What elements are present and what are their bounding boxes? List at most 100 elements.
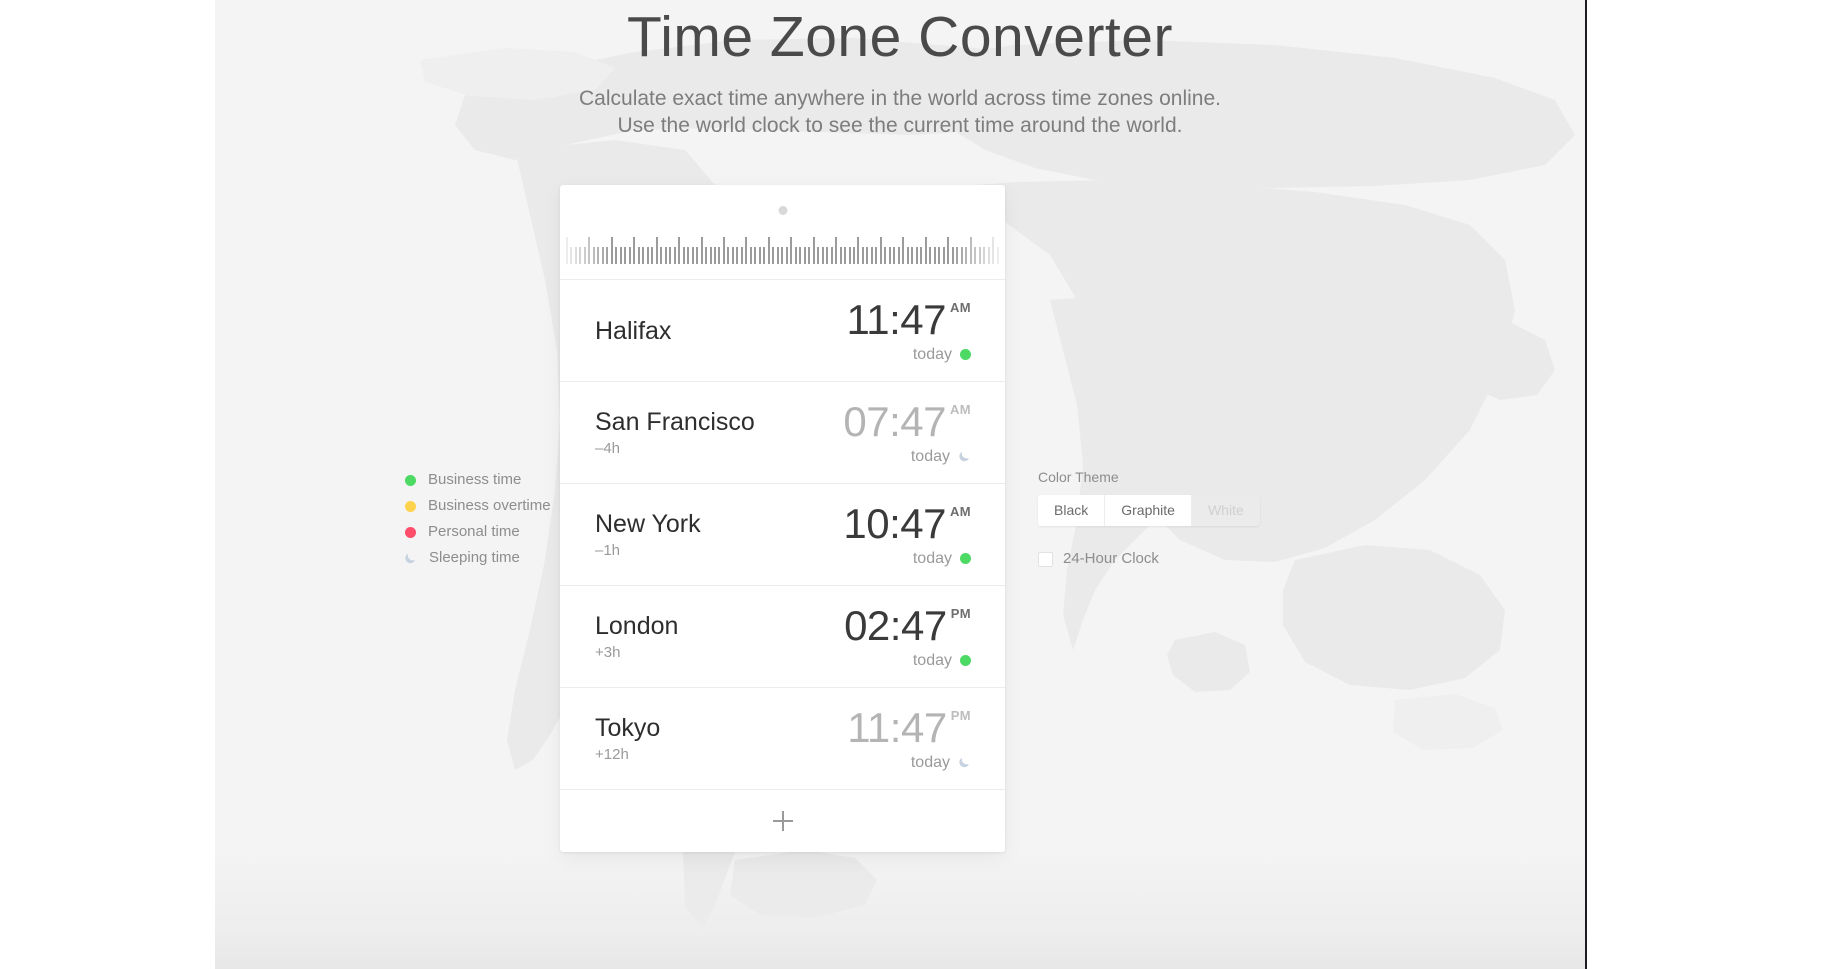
page-container: Time Zone Converter Calculate exact time… (215, 0, 1587, 969)
city-day-line: today (847, 754, 971, 772)
scrubber-tick (696, 247, 699, 264)
city-time: 07:47 (843, 397, 946, 445)
scrubber-tick (740, 247, 743, 264)
scrubber-tick (619, 247, 622, 264)
scrubber-tick (588, 237, 591, 264)
scrubber-tick (624, 247, 627, 264)
scrubber-tick (853, 247, 855, 264)
city-day-label: today (912, 549, 952, 567)
city-meridiem: PM (950, 605, 971, 621)
scrubber-tick (938, 247, 941, 264)
scrubber-tick (660, 247, 663, 264)
scrubber-tick (678, 237, 681, 264)
scrubber-tick (902, 237, 905, 264)
city-time: 02:47 (844, 601, 947, 649)
scrubber-tick (911, 247, 914, 264)
scrubber-tick (597, 247, 600, 264)
city-time-line: 07:47 AM (843, 397, 971, 445)
scrubber-tick (929, 247, 932, 264)
scrubber-tick (749, 247, 752, 264)
scrubber-tick (633, 237, 636, 264)
legend-label: Sleeping time (429, 549, 520, 566)
scrubber-tick (866, 247, 869, 264)
scrubber-tick (875, 247, 878, 264)
scrubber-tick (566, 237, 568, 264)
scrubber-tick (906, 247, 909, 264)
city-name: New York (595, 510, 701, 538)
scrubber-tick (628, 247, 631, 264)
scrubber-tick (920, 247, 923, 264)
scrubber-tick (646, 247, 649, 264)
city-time-block: 11:47 AM today (846, 295, 971, 364)
city-meridiem: AM (949, 401, 971, 417)
theme-option-black[interactable]: Black (1038, 495, 1106, 526)
time-scrubber-handle[interactable] (778, 206, 787, 215)
scrubber-tick (965, 247, 968, 264)
city-name: Tokyo (595, 714, 661, 742)
scrubber-tick (992, 237, 995, 264)
legend-item: Business time (405, 467, 551, 493)
scrubber-tick (974, 247, 977, 264)
city-row[interactable]: Tokyo +12h 11:47 PM today (560, 688, 1005, 790)
legend-label: Business overtime (428, 497, 551, 514)
scrubber-tick (808, 247, 811, 264)
scrubber-tick (933, 247, 936, 264)
city-utc-offset: +3h (595, 644, 621, 661)
scrubber-tick (700, 237, 703, 264)
legend-label: Personal time (428, 523, 520, 540)
scrubber-tick (803, 247, 806, 264)
city-info: Halifax (595, 316, 671, 346)
scrubber-tick (713, 247, 716, 264)
city-name: Halifax (595, 316, 672, 345)
settings-panel: Color Theme Black Graphite White 24-Hour C… (1038, 468, 1260, 568)
plus-icon (772, 811, 793, 831)
scrubber-tick (664, 247, 667, 264)
moon-icon (958, 756, 971, 769)
scrubber-tick (570, 247, 573, 264)
24-hour-clock-label: 24-Hour Clock (1063, 550, 1159, 567)
city-time-block: 07:47 AM today (843, 397, 971, 466)
city-time: 11:47 (846, 295, 946, 343)
screenshot-viewport: Time Zone Converter Calculate exact time… (0, 0, 1840, 969)
scrubber-tick (830, 247, 833, 264)
scrubber-tick (709, 247, 712, 264)
scrubber-tick (817, 247, 820, 264)
city-row[interactable]: London +3h 02:47 PM today (560, 586, 1005, 688)
city-row[interactable]: New York –1h 10:47 AM today (560, 484, 1005, 586)
scrubber-tick (969, 237, 972, 264)
scrubber-tick (687, 247, 690, 264)
city-row[interactable]: Halifax 11:47 AM today (560, 280, 1005, 382)
scrubber-tick (947, 237, 950, 264)
24-hour-clock-checkbox[interactable] (1038, 551, 1053, 567)
legend-label: Business time (428, 471, 522, 488)
moon-icon (958, 450, 971, 463)
add-city-button[interactable] (560, 790, 1005, 852)
scrubber-tick (736, 247, 739, 264)
city-row[interactable]: San Francisco –4h 07:47 AM today (560, 382, 1005, 484)
scrubber-tick (637, 247, 640, 264)
city-meridiem: AM (949, 503, 971, 519)
scrubber-tick (857, 237, 860, 264)
scrubber-tick (691, 247, 694, 264)
scrubber-tick (705, 247, 708, 264)
page-footer-gradient (215, 849, 1585, 969)
city-time-line: 11:47 AM (846, 295, 971, 343)
scrubber-tick (785, 247, 788, 264)
city-day-line: today (843, 550, 971, 568)
color-theme-segmented-control[interactable]: Black Graphite White (1038, 495, 1260, 526)
theme-option-graphite[interactable]: Graphite (1105, 495, 1192, 526)
scrubber-tick (897, 247, 900, 264)
scrubber-tick (772, 247, 775, 264)
scrubber-tick (601, 247, 604, 264)
time-scrubber-ticks (560, 230, 1005, 264)
scrubber-tick (682, 247, 685, 264)
scrubber-tick (879, 237, 882, 264)
theme-option-white[interactable]: White (1191, 495, 1260, 526)
time-scrubber[interactable] (560, 185, 1005, 280)
city-utc-offset: –4h (595, 440, 621, 457)
page-subtitle-line-1: Calculate exact time anywhere in the wor… (579, 87, 1221, 110)
city-time: 11:47 (847, 703, 947, 751)
city-day-line: today (844, 652, 971, 670)
scrubber-tick (727, 247, 730, 264)
24-hour-clock-row[interactable]: 24-Hour Clock (1038, 550, 1260, 568)
